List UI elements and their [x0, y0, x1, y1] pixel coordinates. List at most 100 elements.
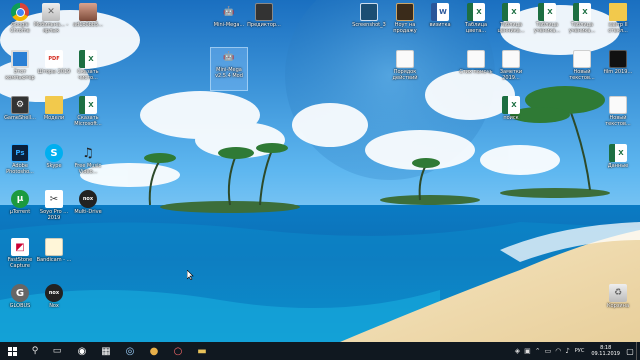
show-hidden-icons[interactable]: ⌃ [533, 347, 543, 355]
faststone-icon: ◩ [11, 238, 29, 256]
excel-icon: X [573, 3, 591, 21]
network-tray-icon[interactable]: ◈ [513, 347, 522, 355]
excel-icon: X [79, 50, 97, 68]
recycle-bin-icon: ♻ [609, 284, 627, 302]
pdf-file[interactable]: PDF Шторы 2019 [36, 50, 72, 75]
excel-icon: X [609, 144, 627, 162]
music-shortcut[interactable]: ♫ Free Music Video... [70, 144, 106, 176]
excel-icon: X [538, 3, 556, 21]
pdf-icon: PDF [45, 50, 63, 68]
text-file-3[interactable]: Заметки 2019... [493, 50, 529, 81]
minimega-mod-shortcut[interactable]: 🤖 Mini-Mega v2.5.4 Mod [210, 47, 248, 91]
minimega-shortcut[interactable]: 🤖 Mini-Mega... [211, 3, 247, 28]
skype-icon: S [45, 144, 63, 162]
android-icon: 🤖 [223, 7, 235, 17]
nox-shortcut[interactable]: nox Nox [36, 284, 72, 309]
multidrive-shortcut[interactable]: nox Multi-Drive [70, 190, 106, 215]
app-tray-icon[interactable]: ▣ [522, 347, 533, 355]
notification-icon: ▢ [626, 346, 634, 356]
taskbar-explorer-app[interactable]: ▬ [190, 342, 214, 360]
text-file-icon [396, 50, 414, 68]
vizitka-file[interactable]: W визитка [422, 3, 458, 28]
folder-icon [45, 96, 63, 114]
browser-icon: ◎ [125, 345, 135, 357]
taskbar: ⚲ ▭ ◉ ▦ ◎ ● ○ ▬ ◈ ▣ ⌃ ▭ ◠ ♪ РУС 8:18 09.… [0, 342, 640, 360]
image-icon [360, 3, 378, 21]
text-file-1[interactable]: Порядок действий [387, 50, 423, 81]
notebook-file[interactable]: Ноут на продажу [387, 3, 423, 34]
video-icon [609, 50, 627, 68]
gear-icon: ⚙ [11, 96, 29, 114]
opera-icon: ○ [173, 345, 183, 357]
folder-1[interactable]: завтр II стекл... [600, 3, 636, 34]
volume-icon[interactable]: ♪ [563, 347, 571, 355]
excel-file-5[interactable]: X Сказать чисто... [70, 50, 106, 81]
excel-file-3[interactable]: X Таблица ученика... [529, 3, 565, 34]
trash-icon: ✕ [42, 3, 60, 21]
excel-file-6[interactable]: X Сказать Microsoft... [70, 96, 106, 127]
clock[interactable]: 8:18 09.11.2019 [587, 345, 624, 357]
task-view-button[interactable]: ▭ [46, 342, 68, 360]
folder-icon: ▬ [197, 345, 207, 357]
chrome-icon [11, 3, 29, 21]
folder-icon [609, 3, 627, 21]
text-file-4[interactable]: Новый текстов... [564, 50, 600, 81]
mobile-shortcut[interactable]: ✕ Мобильна... - ярлык [33, 3, 69, 34]
photo-thumbnail-icon [79, 3, 97, 21]
taskbar-browser-app[interactable]: ◎ [118, 342, 142, 360]
globe-icon: G [11, 284, 29, 302]
calculator-icon: ▦ [101, 345, 111, 357]
show-desktop-button[interactable] [636, 342, 640, 360]
notifications-button[interactable]: ▢ [624, 342, 636, 360]
excel-file-8[interactable]: X Данные [600, 144, 636, 169]
taskbar-calculator-app[interactable]: ▦ [94, 342, 118, 360]
pinned-apps: ◉ ▦ ◎ ● ○ ▬ [70, 342, 214, 360]
gameshell-shortcut[interactable]: ⚙ GameShell... [2, 96, 38, 121]
search-icon: ⚲ [31, 346, 39, 356]
search-button[interactable]: ⚲ [24, 342, 46, 360]
photoshop-shortcut[interactable]: Ps Adobe Photosho... [2, 144, 38, 175]
excel-file-4[interactable]: X Таблица ученика... [564, 3, 600, 34]
music-note-icon: ♫ [82, 145, 94, 161]
android-icon: 🤖 [223, 52, 235, 62]
text-file-5[interactable]: Новый текстов... [600, 96, 636, 127]
video-file-1[interactable]: film 2019... [600, 50, 636, 75]
mouse-cursor-icon [187, 270, 194, 280]
start-button[interactable] [0, 342, 24, 360]
recycle-bin[interactable]: ♻ Корзина [600, 284, 636, 309]
this-pc-shortcut[interactable]: Этот компьютер [2, 50, 38, 81]
book-icon [396, 3, 414, 21]
taskbar-opera-app[interactable]: ○ [166, 342, 190, 360]
video-editor-shortcut[interactable]: ✂ Soyo Pro ... 2019 [36, 190, 72, 221]
photo-file[interactable]: ad1b0bb5... [70, 3, 106, 28]
usb-tray-icon[interactable]: ▭ [543, 347, 554, 355]
wifi-icon[interactable]: ◠ [553, 347, 563, 355]
globus-shortcut[interactable]: G GLOBUS [2, 284, 38, 309]
task-view-icon: ▭ [52, 346, 62, 356]
chrome-icon: ● [149, 345, 159, 357]
taskbar-chrome-app[interactable]: ● [142, 342, 166, 360]
utorrent-icon: µ [11, 190, 29, 208]
text-file-2[interactable]: Стих помочь [458, 50, 494, 75]
utorrent-shortcut[interactable]: µ µTorrent [2, 190, 38, 215]
nox-icon: nox [45, 284, 63, 302]
excel-file-2[interactable]: X Таблица ценника... [493, 3, 529, 34]
excel-file-7[interactable]: X поиск [493, 96, 529, 121]
bandicam-icon [45, 238, 63, 256]
scissors-icon: ✂ [45, 190, 63, 208]
taskbar-media-app[interactable]: ◉ [70, 342, 94, 360]
screenshot-file[interactable]: Screenshot_3 [351, 3, 387, 28]
word-icon: W [431, 3, 449, 21]
folder-2[interactable]: Модели [36, 96, 72, 121]
faststone-shortcut[interactable]: ◩ FastStone Capture [2, 238, 38, 269]
input-language[interactable]: РУС [572, 348, 588, 354]
system-tray: ◈ ▣ ⌃ ▭ ◠ ♪ РУС 8:18 09.11.2019 ▢ [513, 342, 640, 360]
excel-icon: X [467, 3, 485, 21]
predictor-shortcut[interactable]: Предиктор... [246, 3, 282, 28]
excel-file-1[interactable]: X Таблица цвета... [458, 3, 494, 34]
media-icon: ◉ [77, 345, 87, 357]
skype-shortcut[interactable]: S Skype [36, 144, 72, 169]
bandicam-shortcut[interactable]: Bandicam - ... [36, 238, 72, 263]
game-icon [255, 3, 273, 21]
computer-icon [11, 50, 29, 68]
